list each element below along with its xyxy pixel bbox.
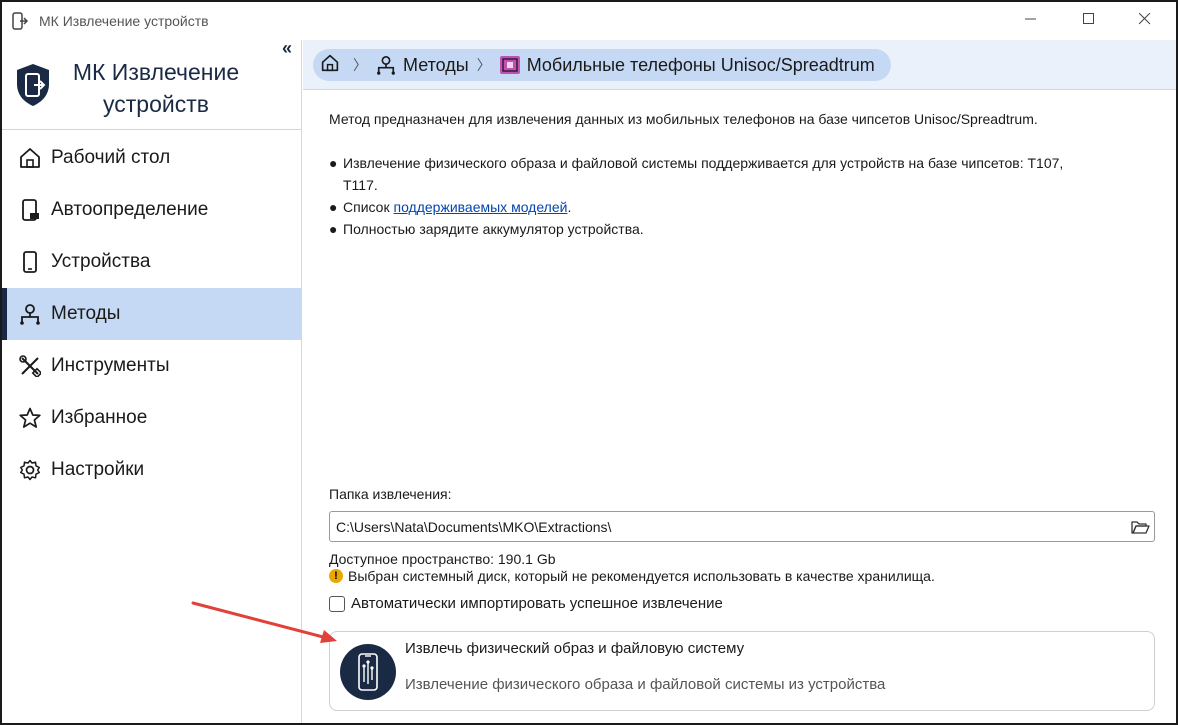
list-item: ● Полностью зарядите аккумулятор устройс…	[329, 218, 1149, 240]
title-bar: МК Извлечение устройств	[2, 2, 1176, 40]
bullet-text: Список поддерживаемых моделей.	[343, 196, 571, 218]
method-description: Метод предназначен для извлечения данных…	[329, 102, 1149, 240]
breadcrumb-item-unisoc[interactable]: Мобильные телефоны Unisoc/Spreadtrum	[499, 54, 875, 76]
bullet-dot: ●	[329, 221, 338, 237]
bullet-text-line: Извлечение физического образа и файловой…	[343, 155, 1064, 171]
breadcrumb-separator: 〉	[353, 57, 367, 73]
card-title: Извлечь физический образ и файловую сист…	[405, 640, 745, 657]
sidebar-item-devices[interactable]: Устройства	[2, 236, 302, 288]
bullet-text-line: T117.	[343, 177, 378, 193]
home-icon	[321, 54, 339, 77]
card-subtitle: Извлечение физического образа и файловой…	[405, 676, 886, 693]
window-title: МК Извлечение устройств	[39, 13, 209, 29]
gear-icon	[18, 458, 42, 482]
breadcrumb-separator: 〉	[476, 57, 491, 73]
breadcrumb-label: Мобильные телефоны Unisoc/Spreadtrum	[526, 54, 875, 75]
sidebar: МК Извлечение устройств « Рабочий стол А…	[2, 39, 302, 723]
devices-icon	[18, 250, 42, 274]
close-button[interactable]	[1120, 2, 1170, 40]
available-space: Доступное пространство: 190.1 Gb	[329, 551, 556, 567]
supported-models-link[interactable]: поддерживаемых моделей	[393, 199, 567, 215]
sidebar-item-tools[interactable]: Инструменты	[2, 340, 302, 392]
sidebar-item-desktop[interactable]: Рабочий стол	[2, 132, 302, 184]
bullet-text-prefix: Список	[343, 199, 394, 215]
bullet-text: Полностью зарядите аккумулятор устройств…	[343, 221, 644, 237]
folder-path-field[interactable]: C:\Users\Nata\Documents\MKO\Extractions\	[329, 511, 1155, 542]
breadcrumb: 〉 Методы 〉 Мобильные телефоны Unisoc/Spr…	[313, 49, 891, 81]
phone-detect-icon	[18, 198, 42, 222]
bullet-dot: ●	[329, 199, 338, 215]
folder-path-value: C:\Users\Nata\Documents\MKO\Extractions\	[336, 518, 612, 535]
maximize-button[interactable]	[1064, 2, 1114, 40]
collapse-sidebar-button[interactable]: «	[282, 39, 300, 58]
brand-line-1: МК Извлечение	[72, 59, 240, 85]
sidebar-item-label: Настройки	[51, 459, 145, 480]
app-icon	[10, 11, 30, 31]
brand-title: МК Извлечение устройств	[56, 56, 256, 120]
sidebar-item-label: Инструменты	[51, 355, 170, 376]
system-disk-warning: ! Выбран системный диск, который не реко…	[329, 568, 1155, 584]
auto-import-option[interactable]: Автоматически импортировать успешное изв…	[329, 595, 1155, 612]
sidebar-item-label: Устройства	[51, 251, 151, 272]
star-icon	[18, 406, 42, 430]
methods-icon	[375, 54, 397, 76]
extraction-folder-section: Папка извлечения: C:\Users\Nata\Document…	[329, 486, 1155, 612]
tools-icon	[18, 354, 42, 378]
breadcrumb-label: Методы	[403, 54, 469, 75]
sidebar-item-label: Рабочий стол	[51, 147, 171, 168]
bullet-text-suffix: .	[567, 199, 572, 215]
home-icon	[18, 146, 42, 170]
description-text: Метод предназначен для извлечения данных…	[329, 111, 1038, 127]
sidebar-item-label: Методы	[51, 303, 121, 324]
notes-list: ● Извлечение физического образа и файлов…	[329, 152, 1149, 240]
phone-extract-icon	[340, 644, 396, 700]
sidebar-item-methods[interactable]: Методы	[2, 288, 302, 340]
bullet-text: Извлечение физического образа и файловой…	[343, 152, 1063, 196]
breadcrumb-item-methods[interactable]: Методы	[375, 54, 469, 76]
chip-phone-icon	[499, 54, 521, 76]
methods-icon	[18, 302, 42, 326]
sidebar-nav: Рабочий стол Автоопределение Устройства …	[2, 132, 302, 496]
app-window: МК Извлечение устройств МК Извлечение ус…	[0, 0, 1178, 725]
auto-import-label: Автоматически импортировать успешное изв…	[351, 595, 723, 612]
warning-icon: !	[329, 569, 343, 583]
list-item: ● Список поддерживаемых моделей.	[329, 196, 1149, 218]
minimize-icon	[1025, 12, 1037, 30]
breadcrumb-home-button[interactable]	[315, 50, 345, 80]
sidebar-item-autodetect[interactable]: Автоопределение	[2, 184, 302, 236]
warning-text: Выбран системный диск, который не рекоме…	[348, 568, 935, 584]
folder-open-icon[interactable]	[1130, 517, 1150, 537]
minimize-button[interactable]	[1006, 2, 1056, 40]
bullet-dot: ●	[329, 155, 338, 171]
sidebar-item-label: Автоопределение	[51, 199, 209, 220]
folder-label: Папка извлечения:	[329, 486, 452, 502]
brand-line-2: устройств	[103, 91, 209, 117]
list-item: ● Извлечение физического образа и файлов…	[329, 152, 1149, 196]
main-panel: 〉 Методы 〉 Мобильные телефоны Unisoc/Spr…	[303, 40, 1176, 723]
maximize-icon	[1083, 12, 1095, 30]
extract-physical-image-button[interactable]: Извлечь физический образ и файловую сист…	[329, 631, 1155, 711]
sidebar-item-label: Избранное	[51, 407, 148, 428]
shield-phone-logo	[14, 62, 52, 108]
sidebar-item-favorites[interactable]: Избранное	[2, 392, 302, 444]
auto-import-checkbox[interactable]	[329, 595, 345, 612]
brand: МК Извлечение устройств	[2, 40, 302, 130]
breadcrumb-bar: 〉 Методы 〉 Мобильные телефоны Unisoc/Spr…	[303, 40, 1176, 90]
close-icon	[1138, 12, 1151, 30]
sidebar-item-settings[interactable]: Настройки	[2, 444, 302, 496]
